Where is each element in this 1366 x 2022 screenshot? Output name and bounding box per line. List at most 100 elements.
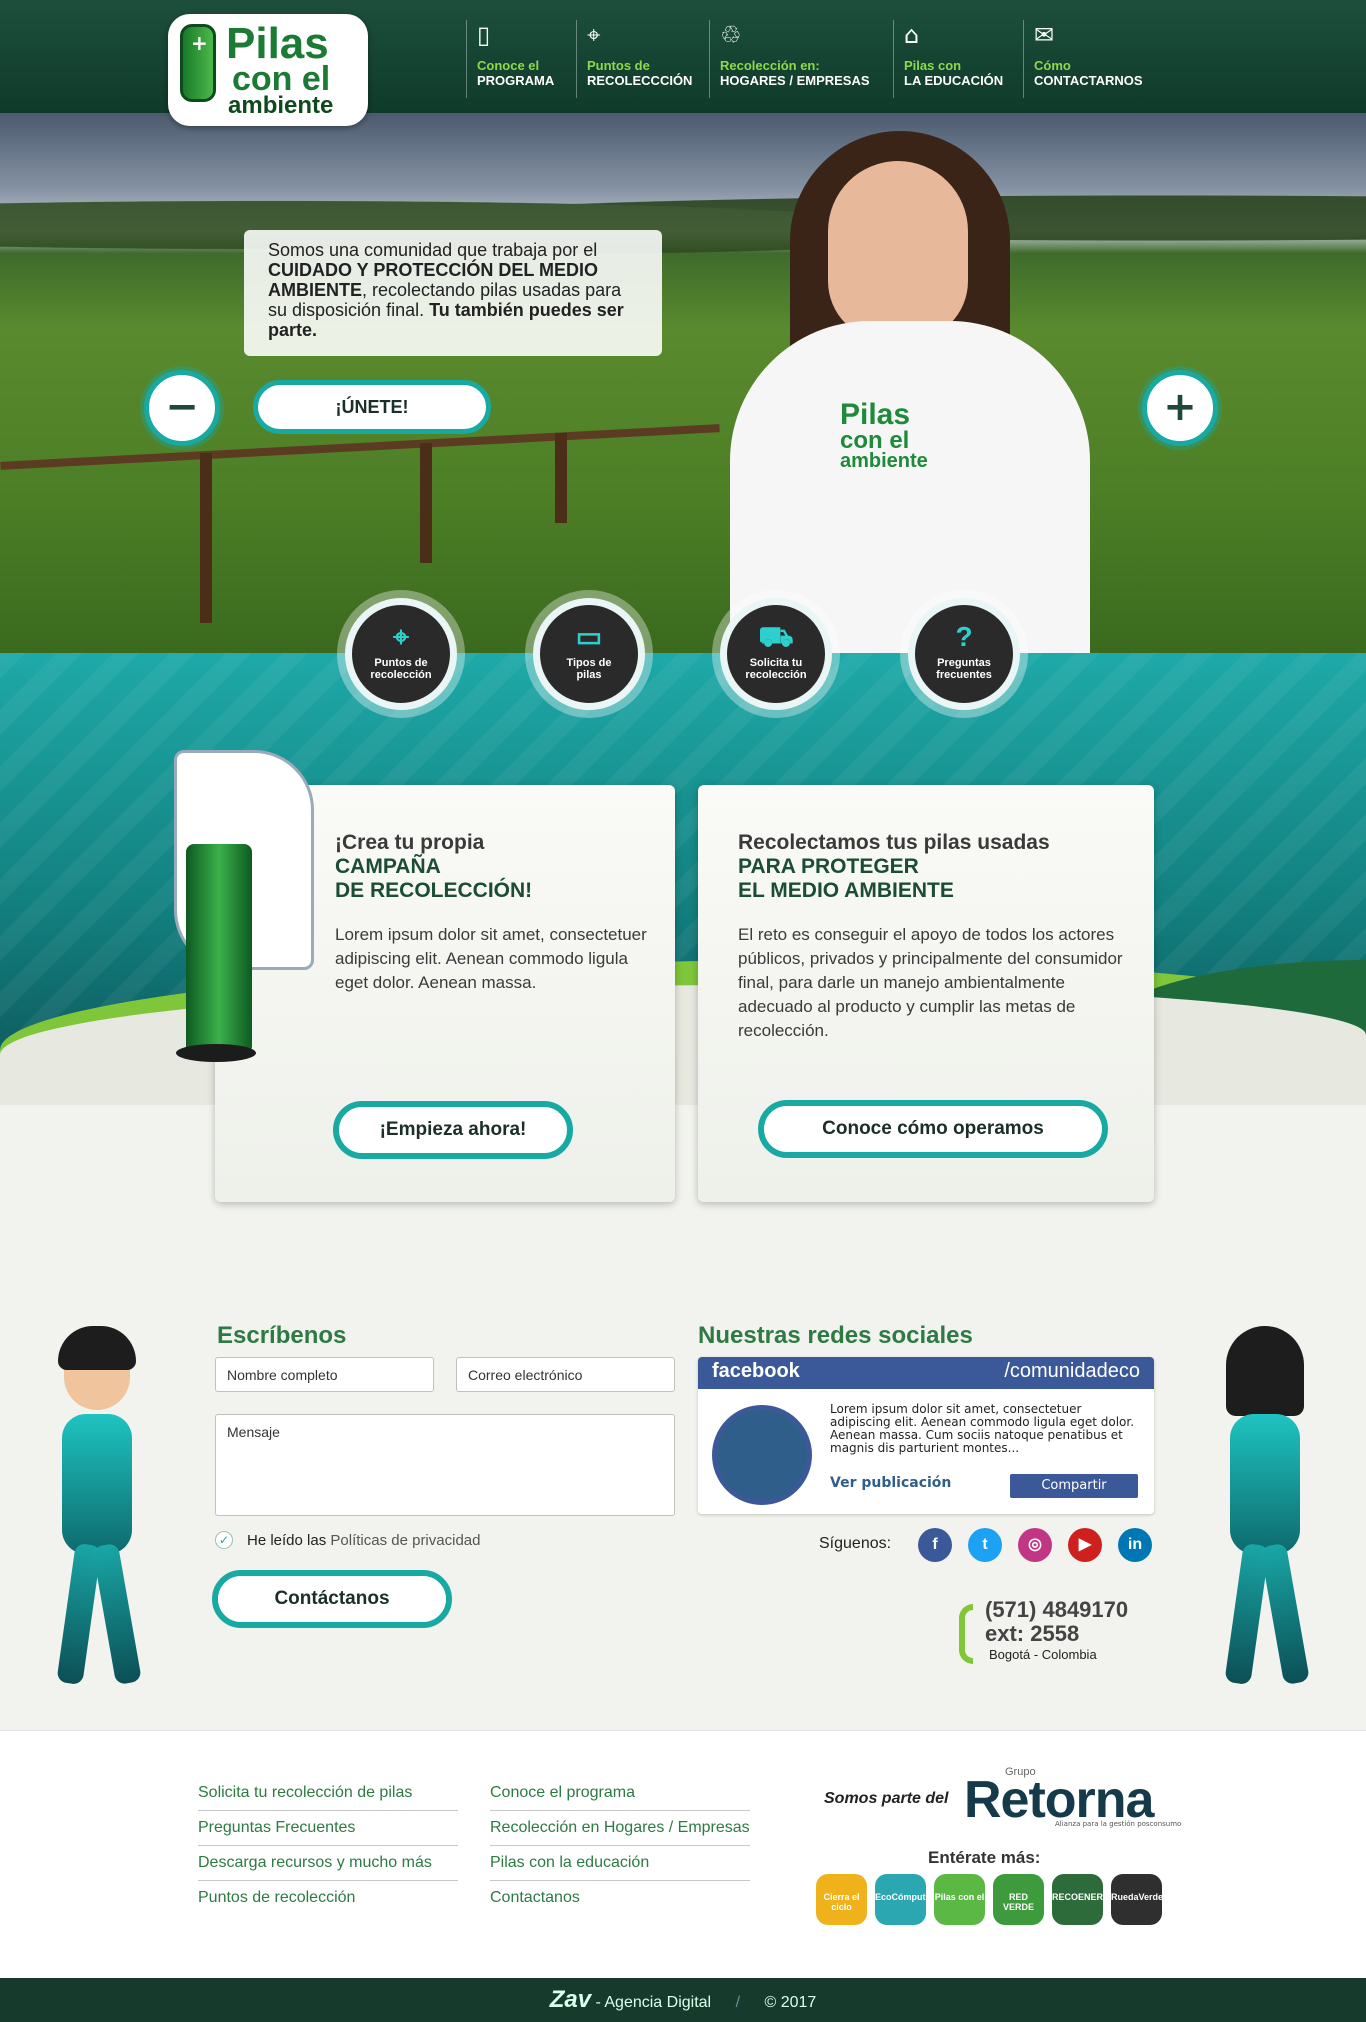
shirt-logo-3: ambiente — [840, 450, 928, 473]
envelope-icon: ✉ — [1034, 21, 1055, 49]
footer-link[interactable]: Solicita tu recolección de pilas — [198, 1776, 458, 1811]
circle-preguntas[interactable]: ? Preguntas frecuentes — [908, 598, 1020, 710]
copyright: © 2017 — [764, 1994, 817, 2011]
person-recycle-icon: ♲ — [720, 21, 742, 49]
shirt-logo: Pilas con el ambiente — [840, 398, 928, 473]
question-icon: ? — [955, 621, 973, 652]
graduation-cap-icon: ⌂ — [904, 21, 920, 49]
footer-link[interactable]: Descarga recursos y mucho más — [198, 1846, 458, 1881]
intro-text-1: Somos una comunidad que trabaja por el — [268, 240, 598, 260]
footer-link[interactable]: Recolección en Hogares / Empresas — [490, 1811, 750, 1846]
how-we-operate-button[interactable]: Conoce cómo operamos — [758, 1100, 1108, 1158]
circle-tipos[interactable]: ▭ Tipos de pilas — [533, 598, 645, 710]
nav-line1: Pilas con — [904, 58, 962, 73]
privacy-link[interactable]: Políticas de privacidad — [330, 1532, 480, 1549]
footer-link[interactable]: Contactanos — [490, 1881, 750, 1915]
cierra-ciclo-badge[interactable]: Cierra el ciclo — [816, 1874, 867, 1925]
nav-line1: Recolección en: — [720, 58, 820, 73]
shirt-logo-1: Pilas — [840, 398, 911, 431]
facebook-post-text: Lorem ipsum dolor sit amet, consectetuer… — [830, 1402, 1135, 1455]
logo-text-2: con el — [232, 60, 331, 98]
nav-item-contacto[interactable]: ✉ Cómo CONTACTARNOS — [1023, 20, 1153, 98]
site-logo[interactable]: Pilas con el ambiente — [168, 14, 368, 126]
red-verde-badge[interactable]: RED VERDE — [993, 1874, 1044, 1925]
message-field[interactable]: Mensaje — [215, 1414, 675, 1516]
nav-item-educacion[interactable]: ⌂ Pilas con LA EDUCACIÓN — [893, 20, 1013, 98]
char-hair — [1226, 1326, 1304, 1416]
nav-line2: LA EDUCACIÓN — [904, 73, 1004, 88]
card-title-2: EL MEDIO AMBIENTE — [738, 879, 954, 902]
join-button[interactable]: ¡ÚNETE! — [253, 380, 491, 434]
nav-item-programa[interactable]: ▯ Conoce el PROGRAMA — [466, 20, 564, 98]
facebook-handle: /comunidadeco — [1004, 1360, 1140, 1382]
nav-line2: CONTACTARNOS — [1034, 73, 1143, 88]
phone-number[interactable]: (571) 4849170 — [985, 1598, 1128, 1622]
instagram-icon[interactable]: ◎ — [1018, 1528, 1052, 1562]
nav-line1: Puntos de — [587, 58, 650, 73]
share-button[interactable]: Compartir — [1010, 1474, 1138, 1498]
social-title: Nuestras redes sociales — [698, 1322, 973, 1349]
start-now-button[interactable]: ¡Empieza ahora! — [333, 1101, 573, 1159]
fence-post — [420, 443, 432, 563]
nav-line2: HOGARES / EMPRESAS — [720, 73, 870, 88]
fence-post — [200, 453, 212, 623]
card-kicker: ¡Crea tu propia — [335, 831, 485, 854]
phone-icon — [959, 1604, 973, 1664]
bin-base — [176, 1044, 256, 1062]
facebook-bar: facebook/comunidadeco — [698, 1357, 1154, 1389]
agency-logo[interactable]: Zav — [550, 1986, 591, 2013]
truck-icon: ⛟ — [758, 621, 794, 652]
footer-link[interactable]: Pilas con la educación — [490, 1846, 750, 1881]
logo-text-3: ambiente — [228, 92, 334, 119]
privacy-checkbox[interactable]: ✓ — [215, 1531, 233, 1549]
facebook-widget: facebook/comunidadeco Lorem ipsum dolor … — [698, 1357, 1154, 1514]
map-pin-icon: ⌖ — [587, 21, 601, 49]
nav-line1: Conoce el — [477, 58, 540, 73]
slider-prev-button[interactable]: − — [144, 370, 220, 446]
footer-col-2: Conoce el programa Recolección en Hogare… — [490, 1776, 750, 1915]
contact-submit-button[interactable]: Contáctanos — [212, 1570, 452, 1628]
nav-line2: PROGRAMA — [477, 73, 555, 88]
circle-label-1: Puntos de — [374, 657, 428, 669]
privacy-label: He leído las Políticas de privacidad — [247, 1532, 480, 1549]
twitter-icon[interactable]: t — [968, 1528, 1002, 1562]
nav-item-recoleccion[interactable]: ♲ Recolección en: HOGARES / EMPRESAS — [709, 20, 880, 98]
facebook-avatar — [712, 1405, 812, 1505]
facebook-icon[interactable]: f — [918, 1528, 952, 1562]
email-field[interactable]: Correo electrónico — [456, 1357, 675, 1392]
youtube-icon[interactable]: ▶ — [1068, 1528, 1102, 1562]
divider: / — [735, 1994, 741, 2011]
circle-puntos[interactable]: ⌖ Puntos de recolección — [345, 598, 457, 710]
char-leg — [92, 1542, 142, 1686]
girl-character-image — [1190, 1326, 1340, 1690]
nav-line1: Cómo — [1034, 58, 1071, 73]
card-title-1: CAMPAÑA — [335, 855, 441, 878]
card-title-1: PARA PROTEGER — [738, 855, 919, 878]
card-kicker: Recolectamos tus pilas usadas — [738, 831, 1050, 854]
slider-next-button[interactable]: + — [1142, 370, 1218, 446]
footer-link[interactable]: Puntos de recolección — [198, 1881, 458, 1915]
circle-label-1: Preguntas — [937, 657, 991, 669]
footer-link[interactable]: Preguntas Frecuentes — [198, 1811, 458, 1846]
footer-link[interactable]: Conoce el programa — [490, 1776, 750, 1811]
hero-woman-image: Pilas con el ambiente — [730, 131, 1090, 653]
city: Bogotá - Colombia — [989, 1647, 1097, 1662]
bin-tube — [186, 844, 252, 1054]
nav-line2: RECOLECCCIÓN — [587, 73, 693, 88]
circle-solicita[interactable]: ⛟ Solicita tu recolección — [720, 598, 832, 710]
battery-icon: ▭ — [575, 621, 603, 652]
char-hair — [58, 1326, 136, 1370]
footer-col-1: Solicita tu recolección de pilas Pregunt… — [198, 1776, 458, 1915]
circle-label-2: recolección — [745, 669, 807, 681]
pilas-badge[interactable]: Pilas con el — [934, 1874, 985, 1925]
woman-face — [828, 161, 968, 341]
circle-label-2: recolección — [370, 669, 432, 681]
nav-item-puntos[interactable]: ⌖ Puntos de RECOLECCCIÓN — [576, 20, 702, 98]
name-field[interactable]: Nombre completo — [215, 1357, 434, 1392]
linkedin-icon[interactable]: in — [1118, 1528, 1152, 1562]
rueda-verde-badge[interactable]: RuedaVerde — [1111, 1874, 1163, 1925]
recoenergy-badge[interactable]: RECOENERGY — [1052, 1874, 1116, 1925]
char-body — [1230, 1414, 1300, 1554]
view-post-link[interactable]: Ver publicación — [830, 1475, 951, 1491]
ecocomputo-badge[interactable]: EcoCómputo — [875, 1874, 931, 1925]
